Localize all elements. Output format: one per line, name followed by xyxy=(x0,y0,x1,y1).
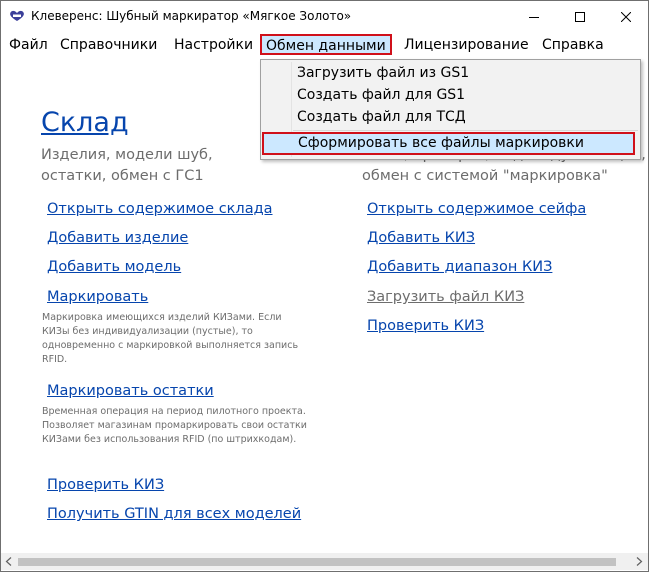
menu-directories[interactable]: Справочники xyxy=(60,37,157,53)
load-kiz-file-link[interactable]: Загрузить файл КИЗ xyxy=(367,289,524,305)
menu-data-exchange[interactable]: Обмен данными xyxy=(260,34,392,55)
check-kiz-left-link[interactable]: Проверить КИЗ xyxy=(47,477,164,493)
create-gs1-file-item[interactable]: Создать файл для GS1 xyxy=(297,87,465,103)
mark-remains-link[interactable]: Маркировать остатки xyxy=(47,383,214,399)
scroll-right-icon[interactable] xyxy=(635,557,643,566)
add-kiz-range-link[interactable]: Добавить диапазон КИЗ xyxy=(367,259,552,275)
title-bar: Клеверенс: Шубный маркиратор «Мягкое Зол… xyxy=(1,1,648,32)
generate-all-marking-files-label: Сформировать все файлы маркировки xyxy=(298,135,584,151)
mark-remains-description: Временная операция на период пилотного п… xyxy=(42,406,307,445)
add-kiz-link[interactable]: Добавить КИЗ xyxy=(367,230,475,246)
data-exchange-dropdown: Загрузить файл из GS1 Создать файл для G… xyxy=(260,59,641,160)
dropdown-separator xyxy=(293,130,638,131)
app-logo-icon xyxy=(10,10,24,21)
menu-settings[interactable]: Настройки xyxy=(174,37,253,53)
safe-subtitle-line2: обмен с системой "маркировка" xyxy=(362,168,608,184)
maximize-button[interactable] xyxy=(557,1,603,32)
scroll-left-icon[interactable] xyxy=(5,557,13,566)
get-gtin-link[interactable]: Получить GTIN для всех моделей xyxy=(47,506,301,522)
warehouse-title-link[interactable]: Склад xyxy=(41,107,129,138)
maximize-icon xyxy=(575,11,585,22)
menu-licensing[interactable]: Лицензирование xyxy=(404,37,529,53)
horizontal-scrollbar[interactable] xyxy=(1,553,648,570)
menu-file[interactable]: Файл xyxy=(9,37,48,53)
minimize-button[interactable] xyxy=(511,1,557,32)
menu-bar: Файл Справочники Настройки Обмен данными… xyxy=(1,32,648,61)
warehouse-subtitle: Изделия, модели шуб, остатки, обмен с ГС… xyxy=(41,147,213,184)
close-icon xyxy=(621,11,631,22)
open-warehouse-link[interactable]: Открыть содержимое склада xyxy=(47,201,273,217)
scrollbar-thumb[interactable] xyxy=(18,558,616,566)
mark-description: Маркировка имеющихся изделий КИЗами. Есл… xyxy=(42,312,299,365)
add-item-link[interactable]: Добавить изделие xyxy=(47,230,188,246)
window-title: Клеверенс: Шубный маркиратор «Мягкое Зол… xyxy=(31,9,352,23)
open-safe-link[interactable]: Открыть содержимое сейфа xyxy=(367,201,586,217)
create-tsd-file-item[interactable]: Создать файл для ТСД xyxy=(297,109,466,125)
minimize-icon xyxy=(529,16,539,18)
close-button[interactable] xyxy=(603,1,648,32)
add-model-link[interactable]: Добавить модель xyxy=(47,259,181,275)
check-kiz-right-link[interactable]: Проверить КИЗ xyxy=(367,318,484,334)
mark-link[interactable]: Маркировать xyxy=(47,289,148,305)
app-window: Клеверенс: Шубный маркиратор «Мягкое Зол… xyxy=(0,0,649,572)
load-gs1-file-item[interactable]: Загрузить файл из GS1 xyxy=(297,65,469,81)
menu-help[interactable]: Справка xyxy=(542,37,604,53)
generate-all-marking-files-item[interactable]: Сформировать все файлы маркировки xyxy=(262,132,635,155)
